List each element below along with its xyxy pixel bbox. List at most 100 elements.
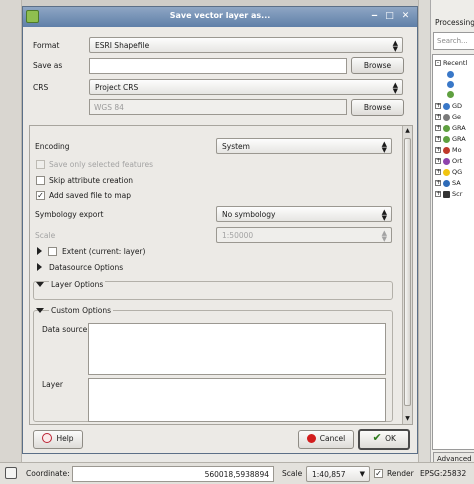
algorithm-icon: [447, 70, 454, 78]
epsg-button[interactable]: EPSG:25832: [420, 469, 466, 478]
tree-item[interactable]: [447, 69, 456, 79]
symbology-combo[interactable]: No symbology ▲ ▼: [216, 206, 392, 222]
processing-toolbox-panel: Processing T Search... - Recentl + GD + …: [430, 0, 474, 462]
scale-combo[interactable]: 1:50000 ▲ ▼: [216, 227, 392, 243]
add-to-map-checkbox[interactable]: ✓: [36, 191, 45, 200]
messages-icon[interactable]: [5, 467, 17, 479]
algorithm-icon: [447, 80, 454, 88]
format-combo-value: ESRI Shapefile: [95, 41, 150, 50]
algorithm-icon: [447, 90, 454, 98]
collapse-arrow-icon[interactable]: [36, 282, 44, 287]
tree-item-label: GRA: [452, 124, 466, 132]
tree-expander-icon[interactable]: +: [435, 158, 441, 164]
tree-item[interactable]: + Scr: [435, 189, 462, 199]
layer-options-label[interactable]: Layer Options: [49, 280, 106, 289]
spin-arrows-icon: ▲ ▼: [381, 208, 387, 222]
scrollbar-thumb[interactable]: [404, 138, 411, 406]
skip-attribute-checkbox[interactable]: [36, 176, 45, 185]
save-selected-label: Save only selected features: [49, 160, 154, 169]
expand-arrow-icon[interactable]: [37, 247, 42, 255]
gdal-icon: [443, 102, 450, 110]
tree-item[interactable]: [447, 89, 456, 99]
tree-item[interactable]: - Recentl: [435, 58, 467, 68]
custom-options-label[interactable]: Custom Options: [49, 306, 114, 315]
dialog-title: Save vector layer as...: [169, 11, 271, 20]
help-icon: [42, 433, 53, 443]
tree-expander-icon[interactable]: +: [435, 125, 441, 131]
tree-item[interactable]: + Ge: [435, 112, 461, 122]
scale-value-statusbar: 1:40,857: [312, 470, 346, 479]
tree-item[interactable]: + GRA: [435, 123, 466, 133]
advanced-interface-combo[interactable]: Advanced in: [433, 452, 474, 462]
options-scroll-area[interactable]: Encoding System ▲ ▼ Save only selected fe…: [29, 125, 413, 425]
data-source-label: Data source: [42, 325, 88, 334]
spin-arrows-icon: ▲ ▼: [392, 39, 398, 53]
help-button-label: Help: [56, 434, 74, 443]
dialog-titlebar[interactable]: Save vector layer as... ‒ □ ✕: [23, 7, 417, 27]
tree-expander-icon[interactable]: +: [435, 103, 441, 109]
encoding-combo-value: System: [222, 142, 250, 151]
ok-button[interactable]: ✔ OK: [358, 429, 410, 450]
scale-label: Scale: [35, 231, 56, 240]
symbology-label: Symbology export: [35, 210, 104, 219]
cancel-button[interactable]: Cancel: [298, 430, 354, 449]
processing-search-input[interactable]: Search...: [433, 32, 474, 50]
crs-display-field: WGS 84: [89, 99, 347, 115]
tree-item-label: Ort: [452, 157, 463, 165]
browse-crs-button[interactable]: Browse: [351, 99, 404, 116]
datasource-options-label[interactable]: Datasource Options: [49, 263, 123, 272]
minimize-icon[interactable]: ‒: [369, 11, 380, 22]
render-checkbox[interactable]: ✓: [374, 469, 383, 478]
scroll-up-icon[interactable]: ▲: [403, 126, 412, 136]
coordinate-field[interactable]: 560018,5938894: [72, 466, 274, 482]
tree-item-label: Mo: [452, 146, 462, 154]
extent-checkbox[interactable]: [48, 247, 57, 256]
vertical-scrollbar[interactable]: ▲ ▼: [402, 126, 412, 424]
qgis-icon: [443, 168, 450, 176]
collapse-arrow-icon[interactable]: [36, 308, 44, 313]
maximize-icon[interactable]: □: [384, 11, 395, 22]
scroll-down-icon[interactable]: ▼: [403, 414, 412, 424]
tree-expander-icon[interactable]: +: [435, 169, 441, 175]
tree-item-label: Recentl: [443, 59, 468, 67]
format-label: Format: [33, 41, 60, 50]
spin-arrows-icon: ▲ ▼: [392, 81, 398, 95]
close-icon[interactable]: ✕: [400, 11, 411, 22]
geoalgorithms-icon: [443, 113, 450, 121]
browse-file-button[interactable]: Browse: [351, 57, 404, 74]
save-selected-checkbox[interactable]: [36, 160, 45, 169]
models-icon: [443, 146, 450, 154]
processing-toolbox-title: Processing T: [435, 18, 474, 27]
expand-arrow-icon[interactable]: [37, 263, 42, 271]
tree-item[interactable]: + Mo: [435, 145, 462, 155]
tree-expander-icon[interactable]: +: [435, 191, 441, 197]
spin-arrows-icon: ▲ ▼: [381, 229, 387, 243]
layer-textarea[interactable]: [88, 378, 386, 422]
help-button[interactable]: Help: [33, 430, 83, 449]
tree-expander-icon[interactable]: +: [435, 180, 441, 186]
tree-expander-icon[interactable]: +: [435, 114, 441, 120]
data-source-textarea[interactable]: [88, 323, 386, 375]
chevron-down-icon: ▼: [359, 470, 365, 478]
tree-expander-icon[interactable]: -: [435, 60, 441, 66]
tree-item[interactable]: + GRA: [435, 134, 466, 144]
tree-expander-icon[interactable]: +: [435, 147, 441, 153]
tree-item[interactable]: [447, 79, 456, 89]
saga-icon: [443, 179, 450, 187]
processing-algorithm-tree[interactable]: - Recentl + GD + Ge + GRA + GRA + Mo + O…: [432, 54, 474, 450]
tree-item[interactable]: + SA: [435, 178, 461, 188]
tree-item[interactable]: + Ort: [435, 156, 462, 166]
tree-item[interactable]: + QG: [435, 167, 462, 177]
tree-item-label: Ge: [452, 113, 462, 121]
format-combo[interactable]: ESRI Shapefile ▲ ▼: [89, 37, 403, 53]
scale-combo-statusbar[interactable]: 1:40,857 ▼: [306, 466, 370, 482]
coordinate-label: Coordinate:: [26, 469, 70, 478]
tree-expander-icon[interactable]: +: [435, 136, 441, 142]
encoding-combo[interactable]: System ▲ ▼: [216, 138, 392, 154]
crs-combo[interactable]: Project CRS ▲ ▼: [89, 79, 403, 95]
save-as-input[interactable]: [89, 58, 347, 74]
extent-label[interactable]: Extent (current: layer): [62, 247, 145, 256]
tree-item[interactable]: + GD: [435, 101, 462, 111]
cancel-icon: [306, 433, 316, 443]
cancel-button-label: Cancel: [319, 434, 346, 443]
